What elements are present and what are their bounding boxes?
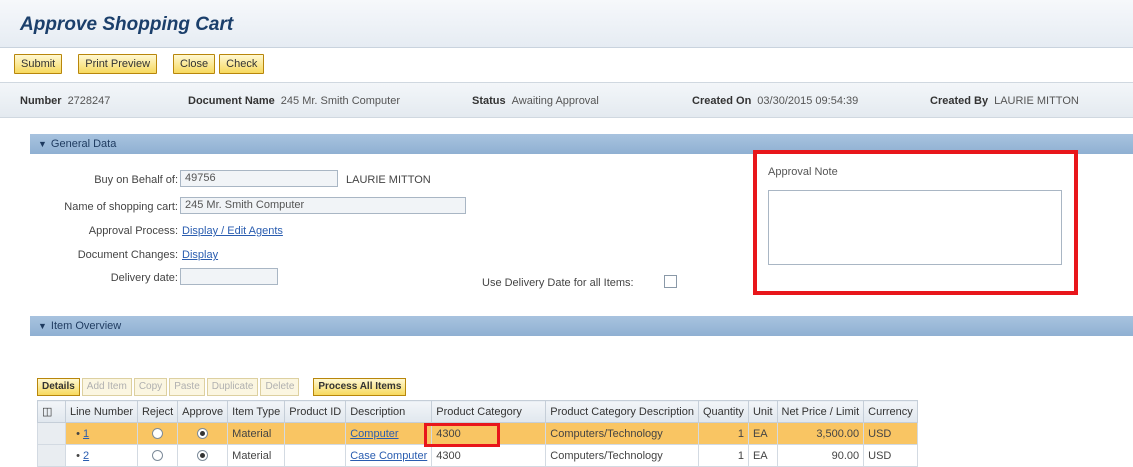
title-bar: Approve Shopping Cart bbox=[0, 0, 1133, 48]
approve-cell bbox=[177, 444, 229, 467]
status-info: Status Awaiting Approval bbox=[472, 95, 599, 107]
table-header-row: ◫ Line Number Reject Approve Item Type P… bbox=[37, 400, 918, 423]
price-cell: 3,500.00 bbox=[776, 422, 865, 445]
column-header[interactable]: Line Number bbox=[65, 400, 138, 423]
use-delivery-date-checkbox[interactable] bbox=[664, 275, 677, 288]
item-toolbar: Details Add Item Copy Paste Duplicate De… bbox=[37, 376, 407, 398]
column-header[interactable]: Unit bbox=[747, 400, 778, 423]
column-header[interactable]: Description bbox=[345, 400, 433, 423]
print-preview-button[interactable]: Print Preview bbox=[78, 54, 158, 74]
delivery-date-field[interactable] bbox=[180, 268, 278, 285]
cart-name-label: Name of shopping cart: bbox=[64, 201, 178, 213]
product-id-cell bbox=[284, 444, 347, 467]
line-number-link[interactable]: 1 bbox=[83, 428, 89, 440]
paste-button[interactable]: Paste bbox=[169, 378, 205, 396]
display-edit-agents-link[interactable]: Display / Edit Agents bbox=[182, 225, 283, 237]
approval-process-label: Approval Process: bbox=[88, 225, 178, 237]
section-title: Item Overview bbox=[50, 320, 122, 332]
currency-cell: USD bbox=[863, 422, 918, 445]
column-header[interactable]: Currency bbox=[863, 400, 918, 423]
item-overview-section[interactable]: ▼ Item Overview bbox=[30, 316, 1133, 336]
description-link[interactable]: Computer bbox=[350, 428, 398, 440]
unit-cell: EA bbox=[747, 422, 778, 445]
column-header[interactable]: Product Category Description bbox=[545, 400, 699, 423]
table-row[interactable]: • 2 Material Case Computer 4300 Computer… bbox=[37, 444, 918, 467]
description-cell: Case Computer bbox=[345, 444, 433, 467]
reject-radio[interactable] bbox=[152, 450, 164, 462]
row-selector[interactable] bbox=[37, 422, 66, 445]
column-header[interactable]: Item Type bbox=[227, 400, 286, 423]
quantity-cell: 1 bbox=[697, 422, 749, 445]
submit-button[interactable]: Submit bbox=[14, 54, 63, 74]
column-header[interactable]: Approve bbox=[177, 400, 229, 423]
quantity-cell: 1 bbox=[697, 444, 749, 467]
item-type-cell: Material bbox=[227, 444, 286, 467]
delete-button[interactable]: Delete bbox=[260, 378, 300, 396]
page-title: Approve Shopping Cart bbox=[20, 14, 234, 35]
process-all-items-button[interactable]: Process All Items bbox=[313, 378, 407, 396]
add-item-button[interactable]: Add Item bbox=[81, 378, 132, 396]
column-header[interactable]: Quantity bbox=[697, 400, 749, 423]
section-title: General Data bbox=[50, 138, 117, 150]
description-cell: Computer bbox=[345, 422, 433, 445]
close-button[interactable]: Close bbox=[173, 54, 216, 74]
delivery-date-label: Delivery date: bbox=[110, 272, 178, 284]
line-number-link[interactable]: 2 bbox=[83, 450, 89, 462]
column-header[interactable]: Product ID bbox=[284, 400, 347, 423]
line-number-cell: • 2 bbox=[65, 444, 138, 467]
buy-on-behalf-field[interactable]: 49756 bbox=[180, 170, 338, 187]
main-toolbar: Submit Print Preview Close Check bbox=[14, 52, 265, 76]
details-button[interactable]: Details bbox=[37, 378, 80, 396]
buy-on-behalf-name: LAURIE MITTON bbox=[346, 174, 431, 186]
row-selector[interactable] bbox=[37, 444, 66, 467]
approve-radio[interactable] bbox=[197, 450, 209, 462]
currency-cell: USD bbox=[863, 444, 918, 467]
buy-on-behalf-label: Buy on Behalf of: bbox=[94, 174, 178, 186]
document-header: Number 2728247 Document Name 245 Mr. Smith… bbox=[0, 82, 1133, 118]
line-number-cell: • 1 bbox=[65, 422, 138, 445]
cart-name-field[interactable]: 245 Mr. Smith Computer bbox=[180, 197, 466, 214]
reject-radio[interactable] bbox=[152, 428, 164, 440]
check-button[interactable]: Check bbox=[219, 54, 265, 74]
document-changes-label: Document Changes: bbox=[77, 249, 178, 261]
collapse-triangle-icon: ▼ bbox=[38, 139, 47, 149]
duplicate-button[interactable]: Duplicate bbox=[206, 378, 259, 396]
approval-note-label: Approval Note bbox=[768, 166, 838, 178]
number-info: Number 2728247 bbox=[20, 95, 111, 107]
approve-radio[interactable] bbox=[197, 428, 209, 440]
category-desc-cell: Computers/Technology bbox=[545, 422, 699, 445]
description-highlight bbox=[424, 423, 500, 447]
column-header[interactable]: Net Price / Limit bbox=[776, 400, 865, 423]
unit-cell: EA bbox=[747, 444, 778, 467]
approve-cell bbox=[177, 422, 229, 445]
reject-cell bbox=[136, 422, 179, 445]
copy-button[interactable]: Copy bbox=[133, 378, 168, 396]
created-by-info: Created By LAURIE MITTON bbox=[930, 95, 1079, 107]
category-cell: 4300 bbox=[431, 444, 547, 467]
document-name-info: Document Name 245 Mr. Smith Computer bbox=[188, 95, 401, 107]
created-on-info: Created On 03/30/2015 09:54:39 bbox=[692, 95, 859, 107]
description-link[interactable]: Case Computer bbox=[350, 450, 427, 462]
approval-note-textarea[interactable] bbox=[768, 190, 1062, 265]
document-changes-display-link[interactable]: Display bbox=[182, 249, 218, 261]
settings-icon[interactable]: ◫ bbox=[37, 400, 66, 423]
category-desc-cell: Computers/Technology bbox=[545, 444, 699, 467]
column-header[interactable]: Product Category bbox=[431, 400, 547, 423]
column-header[interactable]: Reject bbox=[136, 400, 179, 423]
collapse-triangle-icon: ▼ bbox=[38, 321, 47, 331]
product-id-cell bbox=[284, 422, 347, 445]
price-cell: 90.00 bbox=[776, 444, 865, 467]
item-type-cell: Material bbox=[227, 422, 286, 445]
reject-cell bbox=[136, 444, 179, 467]
use-delivery-date-label: Use Delivery Date for all Items: bbox=[482, 277, 634, 289]
